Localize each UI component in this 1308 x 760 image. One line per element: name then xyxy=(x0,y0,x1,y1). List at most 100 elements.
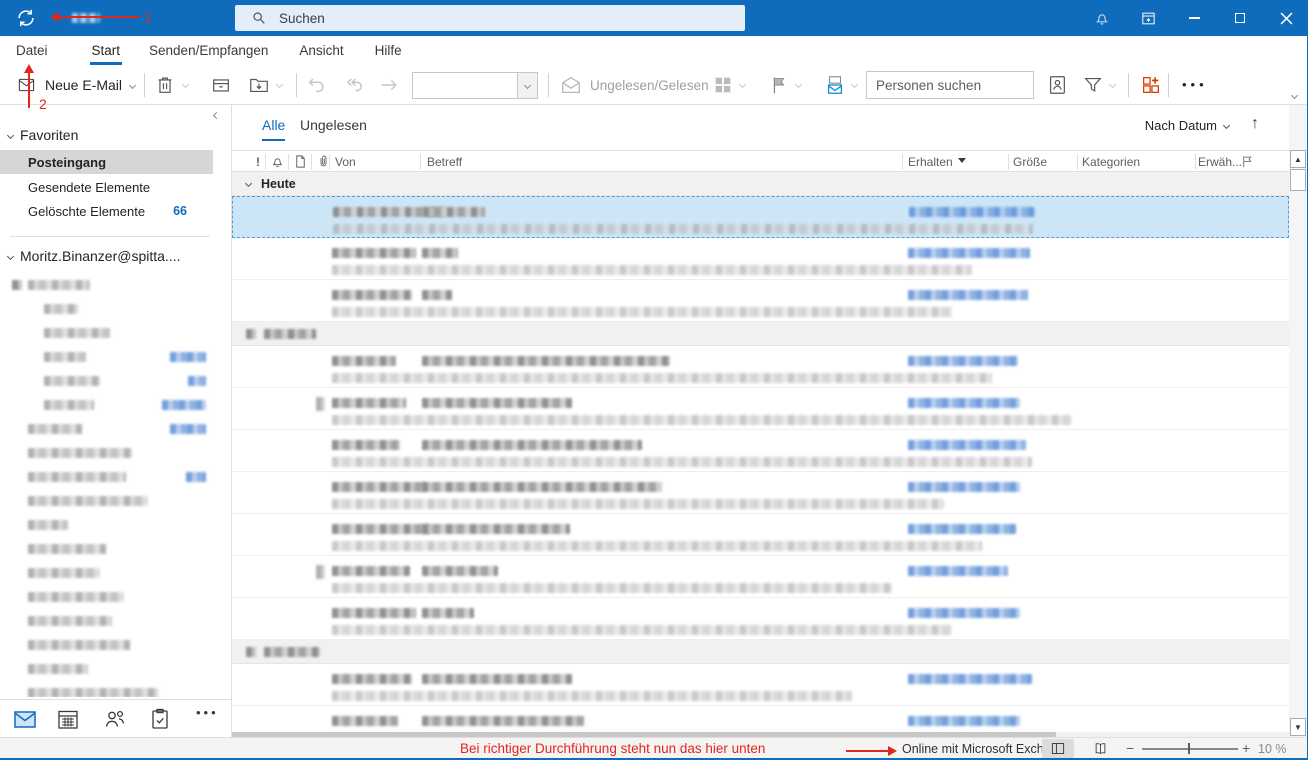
email-item[interactable] xyxy=(232,388,1289,430)
delete-icon[interactable] xyxy=(154,74,176,96)
address-book-icon[interactable] xyxy=(1046,74,1068,96)
delete-dropdown-icon[interactable] xyxy=(181,80,190,89)
group-header[interactable] xyxy=(232,322,1289,346)
calendar-nav-icon[interactable] xyxy=(56,707,80,731)
column-importance[interactable]: ! xyxy=(256,155,260,169)
column-betreff[interactable]: Betreff xyxy=(427,155,462,169)
sort-by-button[interactable]: Nach Datum xyxy=(1145,118,1231,133)
column-von[interactable]: Von xyxy=(335,155,356,169)
email-item[interactable] xyxy=(232,598,1289,640)
column-erhalten[interactable]: Erhalten xyxy=(908,155,966,169)
combobox-dropdown-button[interactable] xyxy=(517,73,537,98)
mention-flag-icon[interactable] xyxy=(1240,154,1255,169)
people-search-input[interactable] xyxy=(876,77,1026,93)
categorize-icon[interactable] xyxy=(712,74,734,96)
follow-up-flag-icon[interactable] xyxy=(768,74,790,96)
group-header[interactable]: Heute xyxy=(232,172,1289,196)
more-apps-icon[interactable]: ••• xyxy=(196,705,219,720)
group-header[interactable] xyxy=(232,640,1289,664)
collapse-folder-pane-icon[interactable] xyxy=(212,111,221,120)
sort-direction-icon[interactable]: ↑ xyxy=(1251,115,1259,133)
account-header[interactable]: Moritz.Binanzer@spitta.... xyxy=(6,248,181,264)
people-nav-icon[interactable] xyxy=(103,707,127,731)
reading-view-button[interactable] xyxy=(1084,739,1116,758)
tab-ansicht[interactable]: Ansicht xyxy=(297,36,345,65)
folder-item-redacted[interactable] xyxy=(0,513,232,537)
tab-senden-empfangen[interactable]: Senden/Empfangen xyxy=(147,36,270,65)
sidebar-item-gesendete-elemente[interactable]: Gesendete Elemente xyxy=(0,175,213,199)
folder-item-redacted[interactable] xyxy=(0,681,232,697)
notifications-button[interactable] xyxy=(1087,0,1117,36)
folder-item-redacted[interactable] xyxy=(0,393,232,417)
close-button[interactable] xyxy=(1271,0,1301,36)
tab-alle[interactable]: Alle xyxy=(262,117,286,141)
people-search-box[interactable] xyxy=(866,71,1034,99)
favorites-header[interactable]: Favoriten xyxy=(6,127,78,143)
email-item-selected[interactable] xyxy=(232,196,1289,238)
folder-item-redacted[interactable] xyxy=(0,297,232,321)
email-item[interactable] xyxy=(232,706,1289,732)
quick-steps-dropdown-icon[interactable] xyxy=(850,80,859,89)
scroll-down-button[interactable]: ▼ xyxy=(1290,718,1306,736)
zoom-slider-track[interactable] xyxy=(1142,748,1238,750)
email-item[interactable] xyxy=(232,346,1289,388)
folder-item-redacted[interactable] xyxy=(0,657,232,681)
folder-item-redacted[interactable] xyxy=(0,537,232,561)
folder-item-redacted[interactable] xyxy=(0,369,232,393)
sync-icon[interactable] xyxy=(15,7,37,29)
folder-item-redacted[interactable] xyxy=(0,609,232,633)
vertical-scrollbar-thumb[interactable] xyxy=(1290,169,1306,191)
column-erwaehnungen[interactable]: Erwäh... xyxy=(1198,155,1242,169)
zoom-slider-thumb[interactable] xyxy=(1188,743,1190,754)
minimize-button[interactable] xyxy=(1179,0,1209,36)
tab-hilfe[interactable]: Hilfe xyxy=(373,36,404,65)
folder-item-redacted[interactable] xyxy=(0,585,232,609)
vertical-scrollbar[interactable]: ▲ ▼ xyxy=(1289,105,1307,737)
email-item[interactable] xyxy=(232,472,1289,514)
search-box[interactable] xyxy=(235,5,745,31)
folder-item-redacted[interactable] xyxy=(0,489,232,513)
ribbon-display-options-button[interactable] xyxy=(1133,0,1163,36)
folder-item-redacted[interactable] xyxy=(0,345,232,369)
filter-icon[interactable] xyxy=(1082,74,1104,96)
sidebar-item-geloeschte-elemente[interactable]: Gelöschte Elemente 66 xyxy=(0,199,213,223)
email-item[interactable] xyxy=(232,514,1289,556)
zoom-in-button[interactable]: + xyxy=(1242,740,1250,756)
sidebar-item-posteingang[interactable]: Posteingang xyxy=(0,150,213,174)
email-item[interactable] xyxy=(232,238,1289,280)
email-item[interactable] xyxy=(232,430,1289,472)
item-type-icon[interactable] xyxy=(293,154,308,169)
move-dropdown-icon[interactable] xyxy=(275,80,284,89)
folder-item-redacted[interactable] xyxy=(0,633,232,657)
tag-combobox[interactable] xyxy=(412,72,538,99)
email-item[interactable] xyxy=(232,664,1289,706)
search-input[interactable] xyxy=(279,10,679,26)
tasks-nav-icon[interactable] xyxy=(148,707,172,731)
ribbon-collapse-icon[interactable] xyxy=(1290,91,1299,100)
categorize-dropdown-icon[interactable] xyxy=(738,80,747,89)
quick-steps-icon[interactable] xyxy=(824,74,846,96)
folder-item-redacted[interactable] xyxy=(0,273,232,297)
folder-item-redacted[interactable] xyxy=(0,441,232,465)
email-item[interactable] xyxy=(232,556,1289,598)
layout-view-button[interactable] xyxy=(1042,739,1074,758)
maximize-button[interactable] xyxy=(1225,0,1255,36)
column-groesse[interactable]: Größe xyxy=(1013,155,1047,169)
column-kategorien[interactable]: Kategorien xyxy=(1082,155,1140,169)
reminder-bell-icon[interactable] xyxy=(270,154,285,169)
move-to-folder-icon[interactable] xyxy=(248,74,270,96)
mail-nav-icon[interactable] xyxy=(13,707,37,731)
addins-icon[interactable] xyxy=(1140,74,1162,96)
tab-start[interactable]: Start xyxy=(89,36,123,65)
zoom-out-button[interactable]: − xyxy=(1126,740,1134,756)
flag-dropdown-icon[interactable] xyxy=(794,80,803,89)
folder-item-redacted[interactable] xyxy=(0,465,232,489)
email-item[interactable] xyxy=(232,280,1289,322)
archive-icon[interactable] xyxy=(210,74,232,96)
folder-item-redacted[interactable] xyxy=(0,561,232,585)
scroll-up-button[interactable]: ▲ xyxy=(1290,150,1306,168)
tab-ungelesen[interactable]: Ungelesen xyxy=(300,117,367,133)
more-commands-icon[interactable]: ••• xyxy=(1182,77,1208,92)
filter-dropdown-icon[interactable] xyxy=(1108,80,1117,89)
folder-item-redacted[interactable] xyxy=(0,417,232,441)
